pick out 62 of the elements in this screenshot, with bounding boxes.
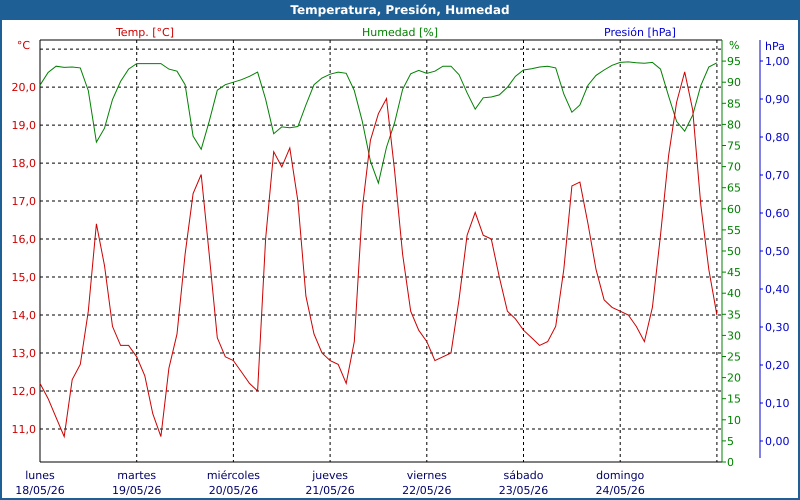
- window-title: Temperatura, Presión, Humedad: [289, 2, 511, 19]
- axis-tick-label: 0,30: [765, 321, 790, 334]
- axis-unit: hPa: [765, 40, 785, 53]
- day-label: jueves: [312, 469, 348, 482]
- axis-tick-label: 90: [727, 76, 741, 90]
- axis-tick-label: 12,0: [12, 384, 36, 398]
- date-label: 18/05/26: [15, 484, 65, 497]
- date-label: 24/05/26: [596, 484, 645, 497]
- axis-tick-label: 10: [727, 414, 741, 427]
- axis-tick-label: 20,0: [12, 81, 36, 94]
- axis-tick-label: 14,0: [12, 309, 36, 322]
- axis-tick-label: 45: [727, 266, 741, 280]
- axis-tick-label: 17,0: [12, 195, 36, 208]
- axis-tick-label: 65: [727, 182, 741, 195]
- axis-unit: %: [729, 39, 740, 52]
- axis-tick-label: 19,0: [12, 119, 36, 132]
- axis-tick-label: 75: [727, 140, 741, 152]
- axis-tick-label: 80: [727, 118, 741, 132]
- axis-tick-label: 0,20: [765, 359, 790, 372]
- date-label: 23/05/26: [498, 484, 548, 497]
- date-label: 19/05/26: [112, 484, 162, 497]
- series-label: Humedad [%]: [362, 26, 438, 39]
- axis-tick-label: 0,80: [765, 131, 790, 144]
- axis-tick-label: 15,0: [12, 271, 36, 284]
- axis-tick-label: 15: [727, 392, 741, 406]
- axis-tick-label: 0,70: [765, 169, 790, 182]
- axis-tick-label: 50: [727, 245, 741, 258]
- series-label: Temp. [°C]: [116, 26, 174, 39]
- axis-tick-label: 0: [727, 456, 734, 469]
- axis-tick-label: 35: [727, 308, 741, 322]
- axis-tick-label: 95: [727, 55, 741, 68]
- series-label: Presión [hPa]: [604, 26, 676, 39]
- axis-tick-label: 11,0: [12, 422, 36, 436]
- axis-tick-label: 55: [727, 224, 741, 237]
- day-label: domingo: [596, 469, 644, 482]
- day-label: martes: [117, 469, 156, 482]
- axis-tick-label: 0,00: [765, 435, 790, 448]
- axis-tick-label: 18,0: [12, 157, 36, 170]
- axis-tick-label: 13,0: [12, 346, 36, 360]
- axis-tick-label: 20: [727, 372, 741, 385]
- day-label: miércoles: [206, 469, 260, 482]
- date-label: 21/05/26: [305, 484, 355, 497]
- date-label: 22/05/26: [402, 484, 452, 497]
- axis-tick-label: 85: [727, 97, 741, 110]
- axis-tick-label: 60: [727, 202, 741, 216]
- axis-tick-label: 0,40: [765, 283, 790, 296]
- day-label: lunes: [25, 469, 55, 482]
- axis-unit: °C: [16, 39, 30, 52]
- axis-tick-label: 5: [727, 434, 734, 448]
- axis-tick-label: 0,90: [765, 93, 790, 106]
- axis-tick-label: 30: [727, 329, 741, 342]
- day-label: sábado: [504, 469, 544, 482]
- axis-tick-label: 70: [727, 160, 741, 174]
- axis-tick-label: 16,0: [12, 233, 36, 246]
- day-label: viernes: [406, 469, 447, 482]
- axis-tick-label: 1,00: [765, 55, 790, 68]
- axis-tick-label: 0,60: [765, 207, 790, 220]
- axis-tick-label: 25: [727, 350, 741, 364]
- date-label: 20/05/26: [208, 484, 258, 497]
- axis-tick-label: 40: [727, 287, 741, 300]
- axis-tick-label: 0,10: [765, 397, 790, 410]
- axis-tick-label: 0,50: [765, 245, 790, 258]
